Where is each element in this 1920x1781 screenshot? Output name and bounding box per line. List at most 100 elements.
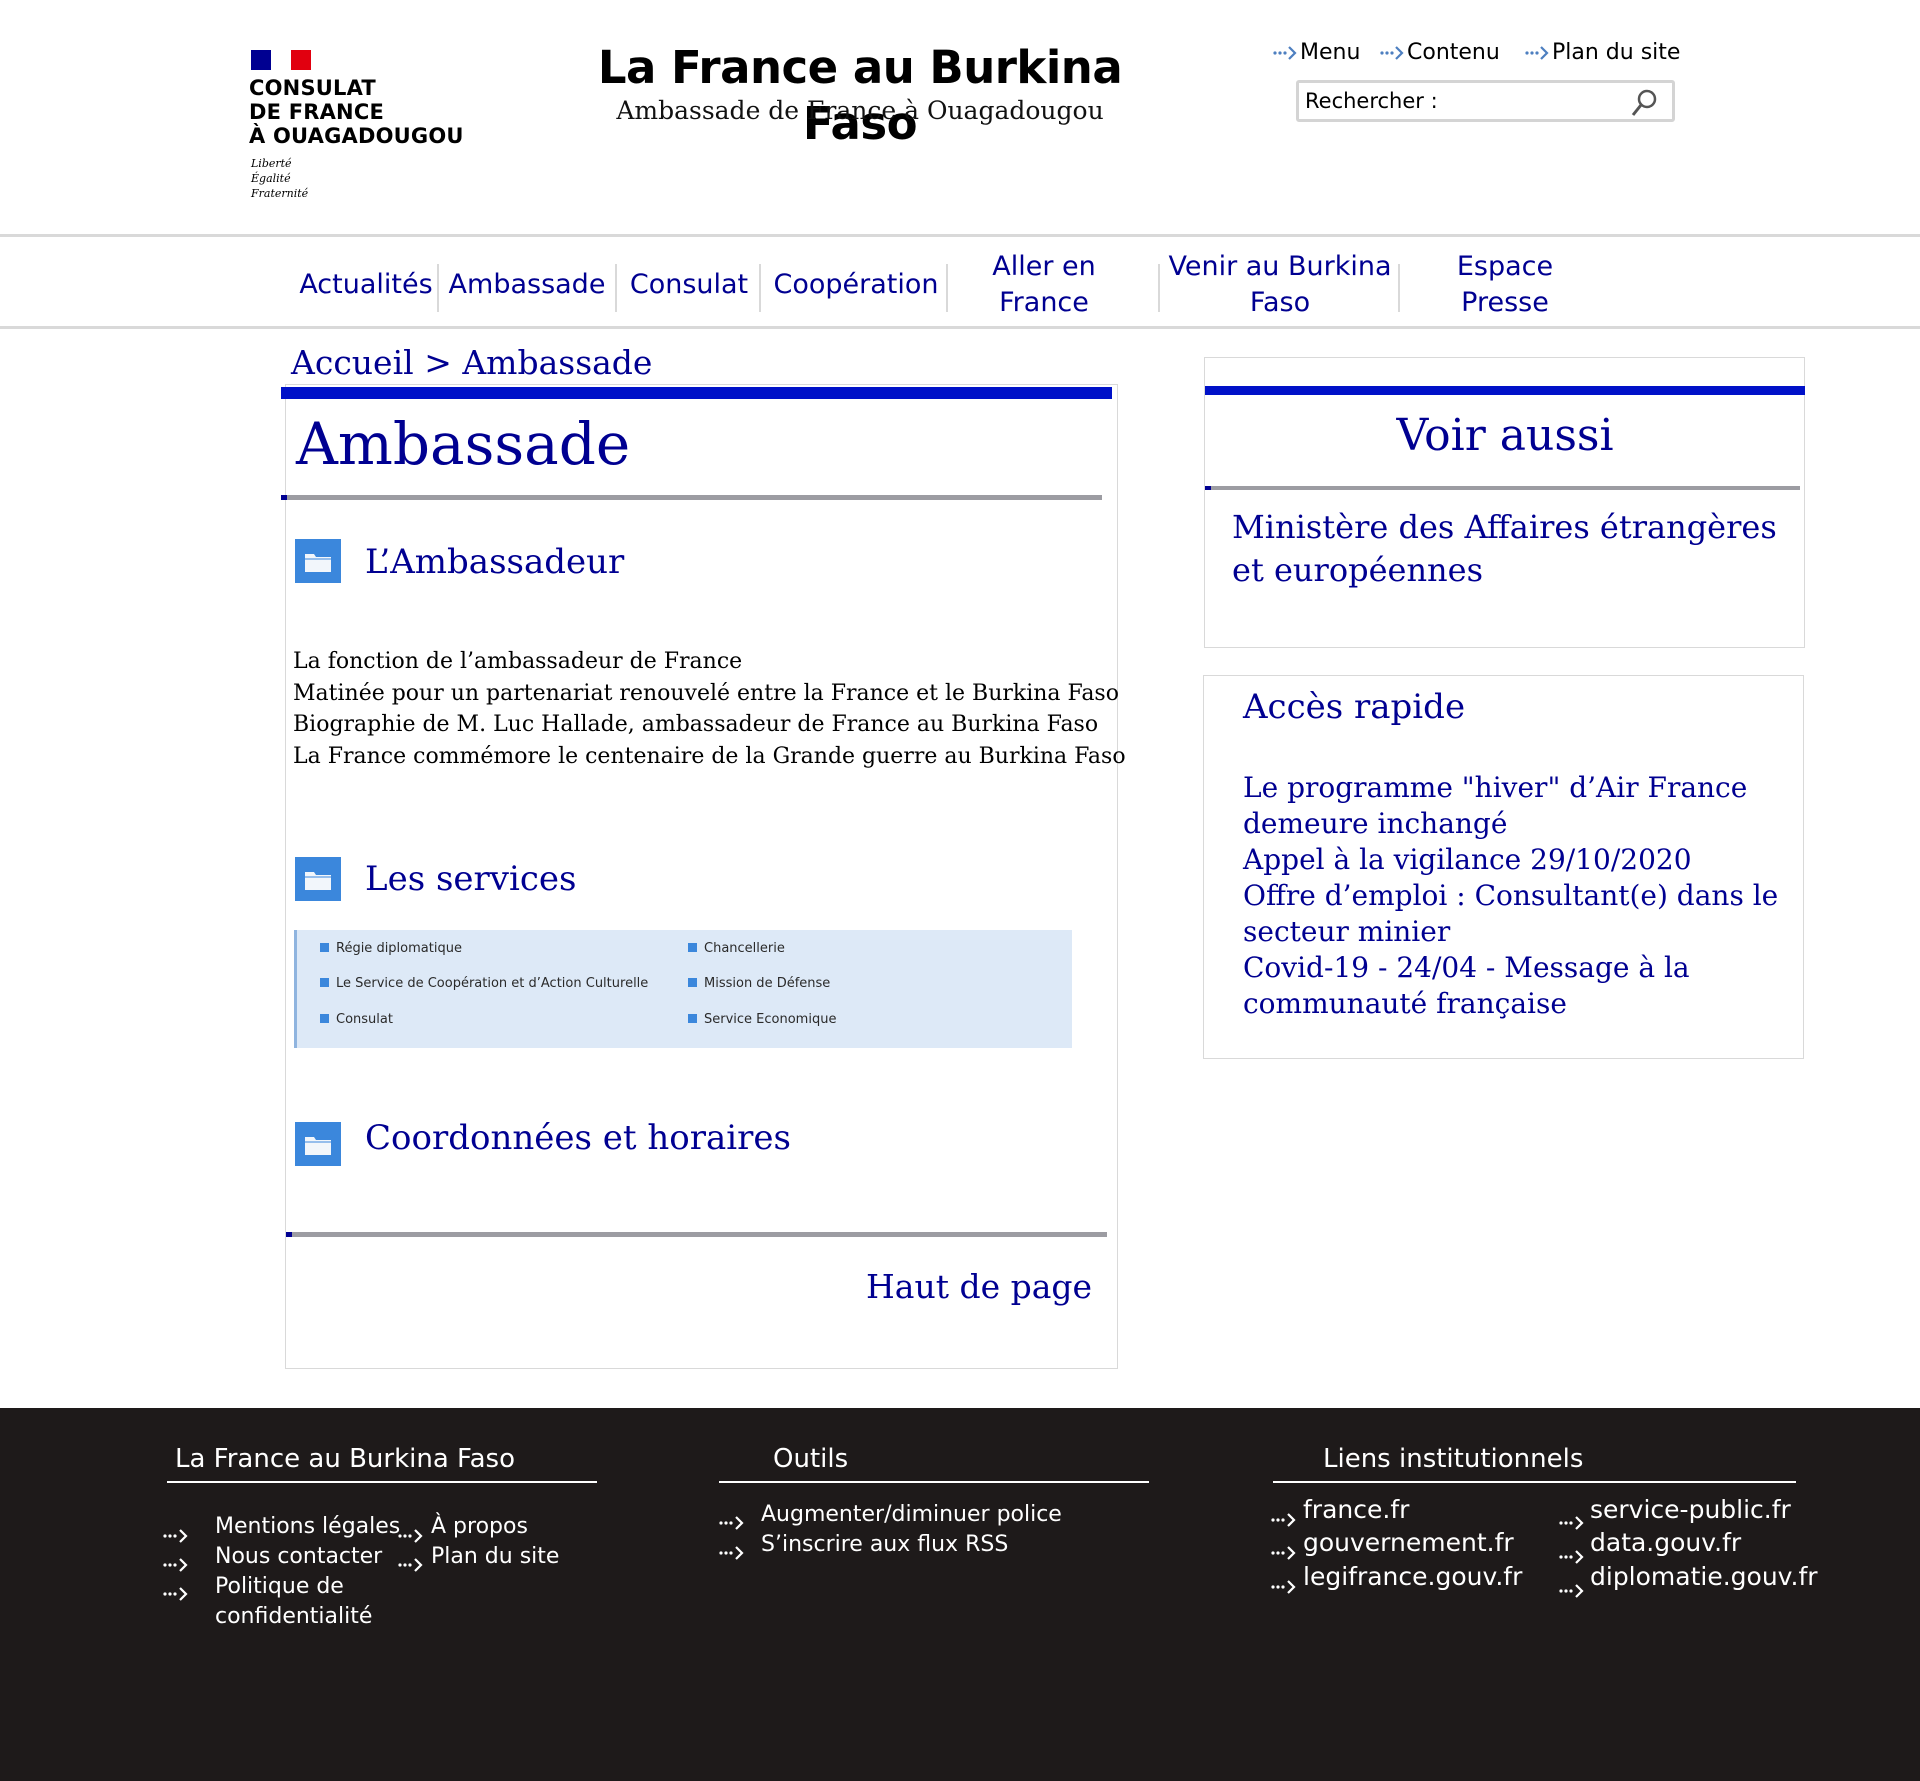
dotted-arrow-icon xyxy=(1380,46,1404,60)
footer-divider xyxy=(1273,1481,1796,1483)
footer-divider xyxy=(719,1481,1149,1483)
dotted-arrow-icon xyxy=(1271,1580,1296,1594)
search-input[interactable] xyxy=(1305,87,1625,115)
service-link-chancellerie[interactable]: Chancellerie xyxy=(688,940,785,958)
list-item[interactable]: La France commémore le centenaire de la … xyxy=(293,741,1126,773)
top-link-menu[interactable]: Menu xyxy=(1272,40,1360,65)
footer-link-gouvernement-fr[interactable]: gouvernement.fr xyxy=(1303,1526,1514,1560)
service-link-mission-defense[interactable]: Mission de Défense xyxy=(688,975,830,993)
search-icon[interactable] xyxy=(1630,88,1658,118)
footer-link-diplomatie[interactable]: diplomatie.gouv.fr xyxy=(1590,1560,1818,1594)
dotted-arrow-icon xyxy=(719,1546,744,1560)
list-item[interactable]: Matinée pour un partenariat renouvelé en… xyxy=(293,678,1126,710)
list-item[interactable]: Covid-19 - 24/04 - Message à la communau… xyxy=(1243,950,1783,1022)
site-subtitle: Ambassade de France à Ouagadougou xyxy=(616,96,1104,125)
list-item[interactable]: La fonction de l’ambassadeur de France xyxy=(293,646,1126,678)
dotted-arrow-icon xyxy=(1559,1550,1584,1564)
list-item[interactable]: Le programme "hiver" d’Air France demeur… xyxy=(1243,770,1783,842)
nav-divider xyxy=(759,264,761,312)
republique-flag-logo xyxy=(251,50,311,70)
section-title-services[interactable]: Les services xyxy=(365,857,576,901)
footer-link-data-gouv[interactable]: data.gouv.fr xyxy=(1590,1526,1741,1560)
folder-icon xyxy=(295,539,341,583)
footer-link-flux-rss[interactable]: S’inscrire aux flux RSS xyxy=(761,1530,1008,1560)
footer-link-nous-contacter[interactable]: Nous contacter xyxy=(215,1542,382,1572)
voir-aussi-title: Voir aussi xyxy=(1396,410,1614,461)
dotted-arrow-icon xyxy=(1271,1546,1296,1560)
nav-aller-en-france[interactable]: Aller en France xyxy=(948,250,1140,320)
footer-link-plan-du-site[interactable]: Plan du site xyxy=(431,1542,559,1572)
dotted-arrow-icon xyxy=(1525,46,1549,60)
service-link-regie[interactable]: Régie diplomatique xyxy=(320,940,462,958)
nav-espace-presse[interactable]: Espace Presse xyxy=(1412,250,1598,320)
dotted-arrow-icon xyxy=(1271,1513,1296,1527)
dotted-arrow-icon xyxy=(1559,1584,1584,1598)
breadcrumb-current[interactable]: Ambassade xyxy=(462,343,652,382)
ambassadeur-list: La fonction de l’ambassadeur de France M… xyxy=(293,646,1126,772)
footer-link-mentions-legales[interactable]: Mentions légales xyxy=(215,1512,400,1542)
top-link-contenu[interactable]: Contenu xyxy=(1379,40,1500,65)
list-item[interactable]: Biographie de M. Luc Hallade, ambassadeu… xyxy=(293,709,1126,741)
nav-divider xyxy=(1398,264,1400,312)
square-bullet-icon xyxy=(688,1014,697,1023)
list-item[interactable]: Appel à la vigilance 29/10/2020 xyxy=(1243,842,1783,878)
nav-cooperation[interactable]: Coopération xyxy=(770,250,942,320)
dotted-arrow-icon xyxy=(1559,1516,1584,1530)
service-link-scac[interactable]: Le Service de Coopération et d’Action Cu… xyxy=(320,975,648,993)
voir-aussi-divider xyxy=(1205,486,1800,490)
title-divider xyxy=(281,495,1102,500)
square-bullet-icon xyxy=(320,943,329,952)
square-bullet-icon xyxy=(320,978,329,987)
dotted-arrow-icon xyxy=(1273,46,1297,60)
footer: La France au Burkina Faso Mentions légal… xyxy=(0,1408,1920,1781)
bottom-divider xyxy=(286,1232,1107,1237)
footer-link-legifrance[interactable]: legifrance.gouv.fr xyxy=(1303,1560,1522,1594)
section-title-ambassadeur[interactable]: L’Ambassadeur xyxy=(365,540,624,584)
breadcrumb-separator: > xyxy=(424,343,452,382)
back-to-top-link[interactable]: Haut de page xyxy=(866,1265,1092,1309)
voir-aussi-box xyxy=(1204,357,1805,648)
footer-link-politique-confidentialite[interactable]: Politique de confidentialité xyxy=(215,1572,385,1632)
logo-devise: Liberté Égalité Fraternité xyxy=(251,157,309,200)
dotted-arrow-icon xyxy=(163,1558,188,1572)
footer-link-a-propos[interactable]: À propos xyxy=(431,1512,528,1542)
footer-heading-liens: Liens institutionnels xyxy=(1323,1444,1584,1474)
square-bullet-icon xyxy=(688,978,697,987)
breadcrumb-home[interactable]: Accueil xyxy=(291,343,414,382)
dotted-arrow-icon xyxy=(163,1587,188,1601)
list-item[interactable]: Offre d’emploi : Consultant(e) dans le s… xyxy=(1243,878,1783,950)
dotted-arrow-icon xyxy=(719,1516,744,1530)
footer-heading-outils: Outils xyxy=(773,1444,849,1474)
nav-divider xyxy=(1158,264,1160,312)
nav-ambassade[interactable]: Ambassade xyxy=(446,250,608,320)
page-title: Ambassade xyxy=(296,410,631,478)
footer-link-france-fr[interactable]: france.fr xyxy=(1303,1493,1409,1527)
footer-link-taille-police[interactable]: Augmenter/diminuer police xyxy=(761,1500,1062,1530)
dotted-arrow-icon xyxy=(398,1558,423,1572)
search-box xyxy=(1296,80,1675,122)
section-title-coordonnees[interactable]: Coordonnées et horaires xyxy=(365,1116,791,1160)
services-panel: Régie diplomatique Chancellerie Le Servi… xyxy=(294,930,1072,1048)
footer-divider xyxy=(167,1481,597,1483)
folder-icon xyxy=(295,1122,341,1166)
main-accent-bar xyxy=(281,387,1112,399)
nav-venir-au-burkina-faso[interactable]: Venir au Burkina Faso xyxy=(1166,250,1394,320)
nav-top-border xyxy=(0,234,1920,237)
service-link-consulat[interactable]: Consulat xyxy=(320,1011,393,1029)
dotted-arrow-icon xyxy=(398,1529,423,1543)
nav-actualites[interactable]: Actualités xyxy=(296,250,436,320)
square-bullet-icon xyxy=(320,1014,329,1023)
dotted-arrow-icon xyxy=(163,1529,188,1543)
sidebar-accent-bar xyxy=(1205,386,1805,395)
service-link-economique[interactable]: Service Economique xyxy=(688,1011,836,1029)
footer-link-service-public[interactable]: service-public.fr xyxy=(1590,1493,1791,1527)
footer-heading-site: La France au Burkina Faso xyxy=(175,1444,515,1474)
breadcrumb: Accueil > Ambassade xyxy=(291,342,652,384)
folder-icon xyxy=(295,857,341,901)
nav-divider xyxy=(615,264,617,312)
nav-divider xyxy=(437,264,439,312)
nav-consulat[interactable]: Consulat xyxy=(624,250,754,320)
nav-bottom-border xyxy=(0,326,1920,329)
top-link-plan-du-site[interactable]: Plan du site xyxy=(1524,40,1680,65)
voir-aussi-link[interactable]: Ministère des Affaires étrangères et eur… xyxy=(1232,506,1792,592)
